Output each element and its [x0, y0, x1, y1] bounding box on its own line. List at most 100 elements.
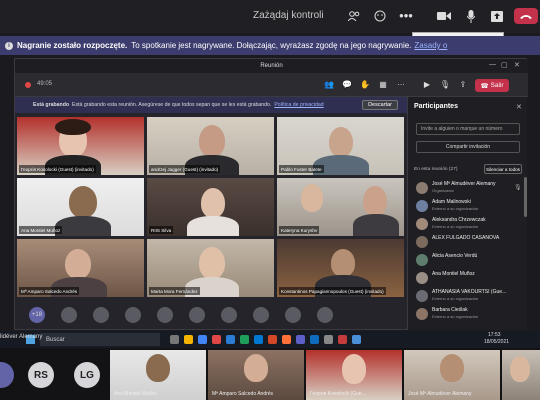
- avatar[interactable]: [253, 307, 269, 323]
- participant-row[interactable]: Adam Malinowski Externo a su organizació…: [416, 197, 526, 215]
- minimize-icon[interactable]: —: [489, 61, 496, 68]
- leave-button[interactable]: ☎ Salir: [475, 79, 509, 92]
- camera-icon[interactable]: [436, 9, 452, 23]
- participants-icon[interactable]: [347, 9, 361, 23]
- powerpoint-icon[interactable]: [268, 335, 277, 344]
- participant-name: Marta Mora Fernández: [149, 287, 200, 295]
- camera-icon[interactable]: ▶: [421, 78, 433, 90]
- recording-notice-text: Está grabando esta reunión. Asegúrese de…: [72, 102, 272, 108]
- meeting-toolbar: 49:05 👥 💬 ✋ ▦ … ▶ 🎙 ⇪ ☎ Salir: [15, 73, 528, 97]
- reactions-icon[interactable]: [373, 9, 387, 23]
- video-tile[interactable]: Mª Amparo Salcedo Andrés: [17, 239, 144, 297]
- info-icon: i: [5, 41, 13, 50]
- excel-icon[interactable]: [240, 335, 249, 344]
- mic-icon[interactable]: 🎙: [439, 78, 451, 90]
- close-icon[interactable]: ✕: [514, 61, 520, 69]
- participants-icon[interactable]: 👥: [323, 78, 335, 90]
- avatar[interactable]: [0, 362, 14, 388]
- video-tile[interactable]: Konstantinos Papagiannopoulos (Guest) (i…: [277, 239, 404, 297]
- chat-icon[interactable]: 💬: [341, 78, 353, 90]
- share-screen-icon[interactable]: ⇪: [457, 78, 469, 90]
- window-titlebar: Reunión — ▢ ✕: [15, 59, 528, 73]
- avatar-initials[interactable]: RS: [28, 362, 54, 388]
- teams-icon[interactable]: [296, 335, 305, 344]
- video-tile[interactable]: andrzej Jagger (Guest) (invitado): [147, 117, 274, 175]
- video-tile[interactable]: Георгiя Kosolocki (Gue...: [306, 350, 402, 400]
- participant-name: Kateryna Kuryshv: [279, 226, 320, 234]
- meeting-timer: 49:05: [37, 81, 53, 87]
- video-tile[interactable]: Pablo Fuster Batete: [277, 117, 404, 175]
- gallery-strip: RS LG Ana Montiel Muñoz Mª Amparo Salced…: [0, 348, 540, 400]
- meeting-section-header[interactable]: En esta reunión (27): [414, 167, 457, 172]
- video-tile[interactable]: Mª Amparo Salcedo Andrés: [208, 350, 304, 400]
- app-icon[interactable]: [212, 335, 221, 344]
- avatar-initials[interactable]: LG: [74, 362, 100, 388]
- app-icon[interactable]: [352, 335, 361, 344]
- avatar[interactable]: [125, 307, 141, 323]
- firefox-icon[interactable]: [282, 335, 291, 344]
- video-tile[interactable]: José Mª Almudéver Alemany: [404, 350, 500, 400]
- overflow-count-badge[interactable]: +18: [29, 307, 45, 323]
- video-tile[interactable]: RIIS Silva: [147, 178, 274, 236]
- more-icon[interactable]: •••: [399, 8, 413, 23]
- participant-row[interactable]: Barbara Cieślak Externo a su organizació…: [416, 305, 526, 323]
- dismiss-button[interactable]: Descartar: [362, 100, 398, 110]
- recording-banner: i Nagranie zostało rozpoczęte. To spotka…: [0, 36, 540, 55]
- scrollbar[interactable]: [524, 177, 527, 217]
- participant-name: Adam Malinowski: [432, 199, 471, 205]
- search-label: Buscar: [46, 336, 65, 343]
- video-tile[interactable]: Георгiя Kosolocki (Guest) (invitado): [17, 117, 144, 175]
- avatar: [416, 236, 428, 248]
- participant-name: andrzej Jagger (Guest) (invitado): [149, 165, 221, 173]
- close-panel-icon[interactable]: ✕: [516, 103, 522, 111]
- more-icon[interactable]: …: [395, 76, 407, 88]
- avatar[interactable]: [61, 307, 77, 323]
- participant-name: Ana Montiel Muñoz: [114, 391, 157, 397]
- video-tile[interactable]: Marta Mora Fernández: [147, 239, 274, 297]
- participant-row[interactable]: Aleksandra Chrzewczak Externo a su organ…: [416, 215, 526, 233]
- app-icon[interactable]: [338, 335, 347, 344]
- task-view-icon[interactable]: [170, 335, 179, 344]
- participant-row[interactable]: Ana Montiel Muñoz: [416, 269, 526, 287]
- avatar[interactable]: [157, 307, 173, 323]
- video-tile[interactable]: Kateryna Kuryshv: [277, 178, 404, 236]
- avatar[interactable]: [285, 307, 301, 323]
- video-tile[interactable]: Ana Montiel Muñoz: [17, 178, 144, 236]
- rooms-icon[interactable]: ▦: [377, 78, 389, 90]
- edge-icon[interactable]: [254, 335, 263, 344]
- taskbar-search[interactable]: Buscar: [40, 333, 160, 346]
- participant-row[interactable]: ATHANASIA VAKOURTSI (Gue... Externo a su…: [416, 287, 526, 305]
- file-explorer-icon[interactable]: [184, 335, 193, 344]
- avatar[interactable]: [93, 307, 109, 323]
- taskbar: Buscar 17:53 18/05/2021: [0, 331, 540, 348]
- avatar[interactable]: [317, 307, 333, 323]
- share-icon[interactable]: [490, 9, 504, 23]
- raise-hand-icon[interactable]: ✋: [359, 78, 371, 90]
- word-icon[interactable]: [226, 335, 235, 344]
- mic-icon[interactable]: [465, 8, 477, 24]
- window-title: Reunión: [260, 63, 283, 69]
- video-tile[interactable]: [502, 350, 540, 400]
- invite-placeholder: Invite a alguien o marque un número: [421, 126, 503, 132]
- participant-name: RIIS Silva: [149, 226, 174, 234]
- invite-input[interactable]: Invite a alguien o marque un número: [416, 123, 520, 135]
- hangup-icon[interactable]: [514, 8, 538, 24]
- privacy-link[interactable]: Zasady o: [414, 41, 447, 50]
- outlook-icon[interactable]: [310, 335, 319, 344]
- video-tile[interactable]: Ana Montiel Muñoz: [110, 350, 206, 400]
- mute-all-button[interactable]: Silenciar a todos: [484, 164, 522, 174]
- avatar: [416, 272, 428, 284]
- avatar[interactable]: [221, 307, 237, 323]
- app-icon[interactable]: [324, 335, 333, 344]
- recording-banner-title: Nagranie zostało rozpoczęte.: [17, 41, 128, 50]
- share-invite-button[interactable]: Compartir invitación: [416, 141, 520, 153]
- chrome-icon[interactable]: [198, 335, 207, 344]
- avatar[interactable]: [189, 307, 205, 323]
- maximize-icon[interactable]: ▢: [501, 61, 508, 69]
- participant-row[interactable]: Alicia Asencio Verdú: [416, 251, 526, 269]
- participant-row[interactable]: ALEX FULGADO CASANOVA: [416, 233, 526, 251]
- privacy-policy-link[interactable]: Política de privacidad: [274, 102, 323, 108]
- participant-name: José Mª Almudéver Alemany: [408, 391, 472, 397]
- take-control-button[interactable]: Zażądaj kontroli: [253, 10, 324, 21]
- participant-row[interactable]: José Mª Almudéver Alemany Organizador 🎙: [416, 179, 526, 197]
